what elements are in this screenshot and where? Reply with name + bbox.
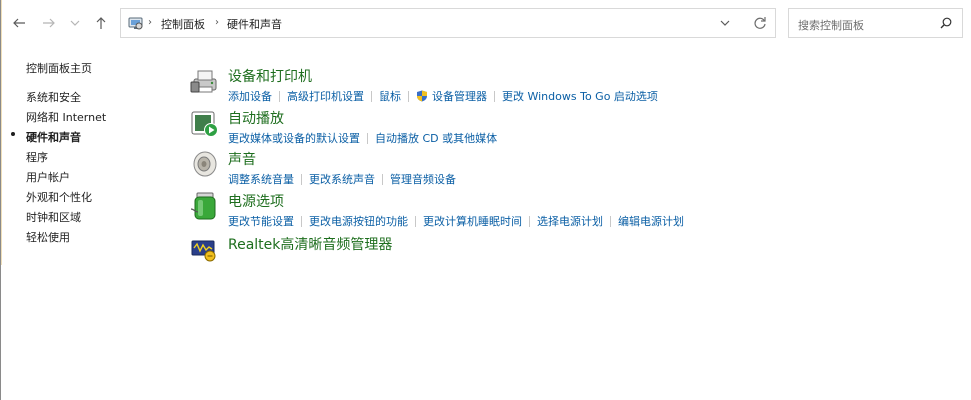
link-adjust-volume[interactable]: 调整系统音量	[228, 171, 294, 187]
breadcrumb-separator: ›	[148, 17, 152, 28]
chevron-down-icon	[70, 20, 80, 26]
arrow-up-icon	[96, 17, 106, 29]
battery-icon	[190, 192, 216, 220]
link-divider	[408, 90, 409, 102]
category-title[interactable]: 自动播放	[228, 108, 284, 128]
link-divider	[610, 215, 611, 227]
arrow-right-icon	[43, 18, 55, 28]
nav-item-clock-region[interactable]: 时钟和区域	[26, 209, 81, 225]
refresh-icon[interactable]	[753, 16, 767, 30]
search-input[interactable]: 搜索控制面板	[788, 8, 963, 38]
nav-item-system-security[interactable]: 系统和安全	[26, 89, 81, 105]
realtek-audio-icon	[191, 240, 216, 262]
link-divider	[301, 215, 302, 227]
breadcrumb-item-control-panel[interactable]: 控制面板	[161, 16, 205, 32]
link-windows-to-go[interactable]: 更改 Windows To Go 启动选项	[502, 88, 658, 104]
control-panel-icon	[128, 17, 143, 30]
back-button[interactable]	[8, 12, 30, 34]
category-title[interactable]: 声音	[228, 149, 256, 169]
link-add-device[interactable]: 添加设备	[228, 88, 272, 104]
up-button[interactable]	[90, 12, 112, 34]
nav-item-user-accounts[interactable]: 用户帐户	[26, 169, 70, 185]
link-change-system-sounds[interactable]: 更改系统声音	[309, 171, 375, 187]
uac-shield-icon	[417, 90, 427, 102]
link-mouse[interactable]: 鼠标	[379, 88, 401, 104]
category-title[interactable]: 电源选项	[228, 191, 284, 211]
autoplay-icon	[191, 111, 218, 137]
link-change-default-settings[interactable]: 更改媒体或设备的默认设置	[228, 130, 360, 146]
link-divider	[367, 132, 368, 144]
link-divider	[415, 215, 416, 227]
link-power-button-function[interactable]: 更改电源按钮的功能	[309, 213, 408, 229]
printer-icon	[190, 70, 217, 93]
category-links: 更改节能设置 更改电源按钮的功能 更改计算机睡眠时间 选择电源计划 编辑电源计划	[228, 213, 684, 229]
nav-item-hardware-sound[interactable]: 硬件和声音	[26, 129, 81, 145]
nav-item-programs[interactable]: 程序	[26, 149, 48, 165]
nav-item-appearance[interactable]: 外观和个性化	[26, 189, 92, 205]
chevron-down-icon[interactable]	[719, 17, 731, 29]
nav-item-network-internet[interactable]: 网络和 Internet	[26, 109, 106, 125]
category-links: 更改媒体或设备的默认设置 自动播放 CD 或其他媒体	[228, 130, 497, 146]
link-divider	[529, 215, 530, 227]
link-device-manager[interactable]: 设备管理器	[432, 88, 487, 104]
link-sleep-time[interactable]: 更改计算机睡眠时间	[423, 213, 522, 229]
forward-button[interactable]	[38, 12, 60, 34]
address-bar[interactable]: › 控制面板 › 硬件和声音	[120, 8, 776, 38]
category-title[interactable]: Realtek高清晰音频管理器	[228, 234, 392, 254]
nav-item-ease-of-access[interactable]: 轻松使用	[26, 229, 70, 245]
category-title[interactable]: 设备和打印机	[228, 66, 312, 86]
speaker-icon	[193, 151, 217, 177]
link-divider	[301, 173, 302, 185]
category-links: 调整系统音量 更改系统声音 管理音频设备	[228, 171, 456, 187]
link-divider	[371, 90, 372, 102]
link-advanced-printer-setup[interactable]: 高级打印机设置	[287, 88, 364, 104]
link-manage-audio-devices[interactable]: 管理音频设备	[390, 171, 456, 187]
link-autoplay-cd[interactable]: 自动播放 CD 或其他媒体	[375, 130, 497, 146]
current-item-bullet	[11, 132, 15, 136]
link-divider	[494, 90, 495, 102]
link-divider	[279, 90, 280, 102]
category-links: 添加设备 高级打印机设置 鼠标 设备管理器 更改 Windows To Go 启…	[228, 88, 658, 104]
recent-locations-button[interactable]	[64, 12, 86, 34]
search-placeholder: 搜索控制面板	[798, 19, 864, 32]
link-choose-power-plan[interactable]: 选择电源计划	[537, 213, 603, 229]
link-divider	[382, 173, 383, 185]
link-change-power-saving[interactable]: 更改节能设置	[228, 213, 294, 229]
search-icon[interactable]	[940, 17, 952, 29]
breadcrumb-separator[interactable]: ›	[215, 17, 219, 28]
breadcrumb-item-hardware-sound[interactable]: 硬件和声音	[227, 16, 282, 32]
nav-item-control-panel-home[interactable]: 控制面板主页	[26, 60, 92, 76]
link-edit-power-plan[interactable]: 编辑电源计划	[618, 213, 684, 229]
navigation-bar: › 控制面板 › 硬件和声音 搜索控制面板	[2, 0, 971, 46]
arrow-left-icon	[13, 18, 25, 28]
